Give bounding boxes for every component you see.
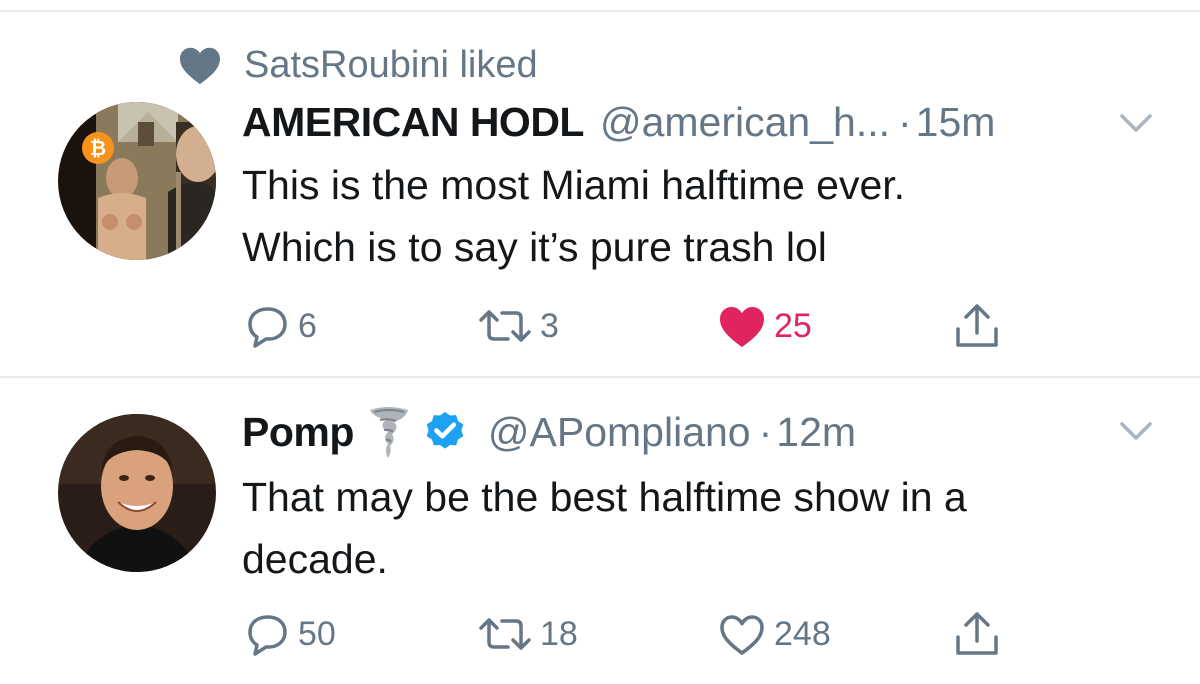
like-button[interactable]: 25	[718, 302, 812, 350]
heart-filled-icon	[720, 307, 764, 347]
like-count: 25	[774, 306, 812, 345]
svg-text:₿: ₿	[90, 136, 106, 160]
retweet-button[interactable]: 3	[478, 302, 559, 350]
like-count: 248	[774, 614, 831, 653]
tweet-text: That may be the best halftime show in a …	[242, 474, 967, 582]
tweet-text: This is the most Miami halftime ever. Wh…	[242, 162, 906, 270]
social-context: SatsRoubini liked	[178, 42, 538, 88]
avatar[interactable]	[58, 414, 216, 572]
reply-icon	[248, 615, 287, 656]
display-name[interactable]: AMERICAN HODL	[242, 99, 584, 146]
like-button[interactable]: 248	[718, 610, 831, 658]
chevron-down-icon[interactable]	[1116, 418, 1156, 446]
verified-badge-icon	[426, 411, 464, 449]
share-icon	[956, 612, 998, 655]
timestamp[interactable]: 12m	[776, 409, 856, 456]
retweet-count: 3	[540, 306, 559, 345]
tweet-divider	[0, 376, 1200, 378]
display-name[interactable]: Pomp	[242, 409, 354, 456]
retweet-button[interactable]: 18	[478, 610, 578, 658]
retweet-icon	[479, 618, 531, 650]
avatar-image: ₿	[58, 102, 216, 260]
heart-icon	[180, 47, 220, 85]
tornado-icon	[369, 407, 408, 458]
top-divider	[0, 10, 1200, 12]
chevron-down-icon[interactable]	[1116, 110, 1156, 138]
share-button[interactable]	[954, 302, 1000, 350]
avatar[interactable]: ₿	[58, 102, 216, 260]
reply-count: 6	[298, 306, 317, 345]
timestamp[interactable]: 15m	[916, 99, 996, 146]
social-context-label[interactable]: SatsRoubini liked	[244, 44, 538, 87]
tweet-header: AMERICAN HODL @american_h... · 15m	[242, 94, 995, 150]
avatar-image	[58, 414, 216, 572]
handle[interactable]: @american_h...	[600, 99, 890, 146]
share-icon	[956, 304, 998, 347]
reply-icon	[248, 307, 287, 348]
reply-button[interactable]: 6	[246, 302, 317, 350]
share-button[interactable]	[954, 610, 1000, 658]
separator-dot: ·	[898, 98, 912, 145]
separator-dot: ·	[758, 408, 773, 455]
reply-count: 50	[298, 614, 336, 653]
heart-outline-icon	[720, 615, 764, 655]
reply-button[interactable]: 50	[246, 610, 336, 658]
retweet-count: 18	[540, 614, 578, 653]
tweet-header: Pomp @APompliano · 12m	[242, 404, 856, 460]
retweet-icon	[479, 310, 531, 342]
handle[interactable]: @APompliano	[488, 409, 751, 456]
